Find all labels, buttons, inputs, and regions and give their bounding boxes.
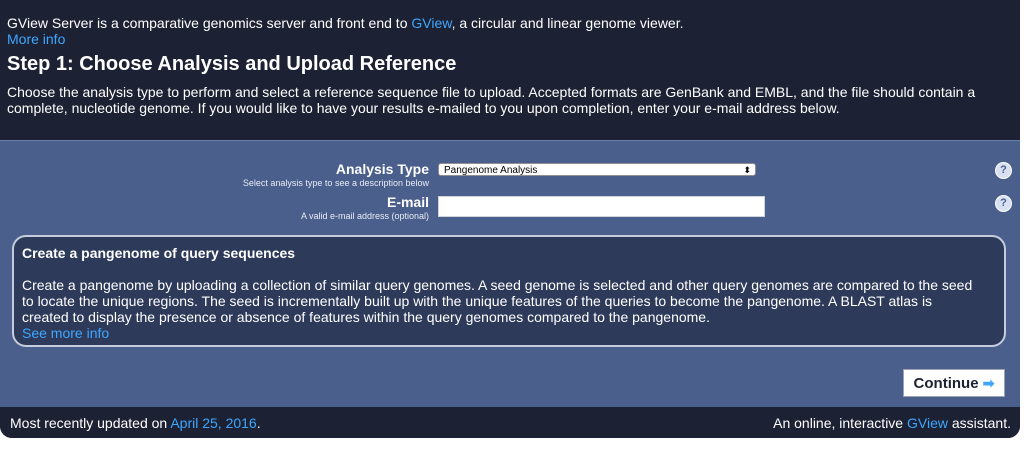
- see-more-info-link[interactable]: See more info: [22, 325, 109, 341]
- intro-text: GView Server is a comparative genomics s…: [7, 15, 684, 31]
- analysis-type-label: Analysis Type: [335, 161, 429, 177]
- more-info-link[interactable]: More info: [7, 31, 65, 47]
- analysis-description-box: Create a pangenome of query sequences Cr…: [12, 235, 1006, 347]
- help-icon[interactable]: ?: [995, 162, 1012, 179]
- email-label: E-mail: [386, 194, 429, 210]
- description-title: Create a pangenome of query sequences: [22, 245, 296, 261]
- description-text: Create a pangenome by uploading a collec…: [22, 277, 973, 341]
- updated-date-link[interactable]: April 25, 2016: [170, 415, 256, 431]
- analysis-type-select[interactable]: Pangenome Analysis ⬍: [438, 163, 756, 176]
- last-updated: Most recently updated on April 25, 2016.: [10, 415, 261, 431]
- continue-button[interactable]: Continue ➡: [903, 369, 1005, 397]
- email-hint: A valid e-mail address (optional): [300, 211, 429, 221]
- header-section: GView Server is a comparative genomics s…: [0, 0, 1020, 140]
- select-arrows-icon: ⬍: [743, 165, 751, 175]
- app-frame: GView Server is a comparative genomics s…: [0, 0, 1020, 438]
- gview-footer-link[interactable]: GView: [907, 415, 948, 431]
- arrow-right-icon: ➡: [982, 375, 995, 391]
- analysis-type-value: Pangenome Analysis: [444, 165, 538, 176]
- analysis-form: Analysis Type Select analysis type to se…: [0, 140, 1020, 407]
- tagline: An online, interactive GView assistant.: [773, 415, 1011, 431]
- footer: Most recently updated on April 25, 2016.…: [0, 407, 1020, 438]
- analysis-type-hint: Select analysis type to see a descriptio…: [242, 178, 429, 188]
- email-field[interactable]: [438, 196, 765, 217]
- step-description: Choose the analysis type to perform and …: [7, 84, 976, 116]
- gview-link[interactable]: GView: [411, 15, 451, 31]
- page-title: Step 1: Choose Analysis and Upload Refer…: [7, 53, 457, 75]
- help-icon[interactable]: ?: [995, 195, 1012, 212]
